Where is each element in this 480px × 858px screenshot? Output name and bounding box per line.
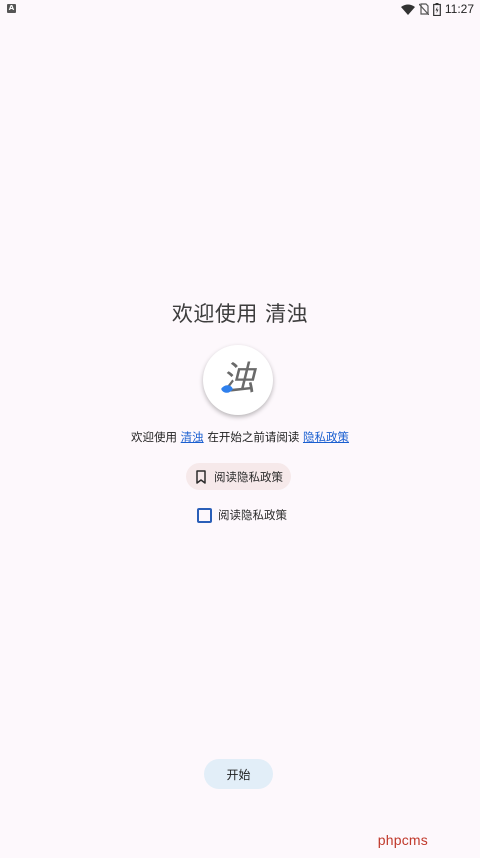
intro-middle: 在开始之前请阅读 [207,430,300,444]
app-name-link[interactable]: 清浊 [181,430,204,444]
watermark: phpcms [377,832,428,848]
logo-glyph: 浊 [221,359,255,399]
read-policy-label: 阅读隐私政策 [214,469,283,484]
no-sim-icon [418,3,429,15]
app-notification-icon: A [7,4,16,13]
agree-checkbox-label: 阅读隐私政策 [218,508,287,522]
status-time: 11:27 [444,2,474,16]
intro-text: 欢迎使用 清浊 在开始之前请阅读 隐私政策 [0,429,480,445]
start-button[interactable]: 开始 [204,759,273,789]
app-logo: 浊 [203,345,273,415]
status-bar: A 11:27 [0,0,480,18]
agree-policy-row[interactable]: 阅读隐私政策 [197,506,287,524]
battery-icon [432,2,441,16]
read-policy-button[interactable]: 阅读隐私政策 [186,463,291,490]
wifi-icon [400,4,415,15]
page-title: 欢迎使用 清浊 [171,302,309,326]
bookmark-icon [196,469,206,484]
intro-prefix: 欢迎使用 [131,430,178,444]
privacy-policy-link[interactable]: 隐私政策 [303,430,349,444]
agree-checkbox[interactable] [197,507,212,523]
status-right: 11:27 [400,2,474,16]
